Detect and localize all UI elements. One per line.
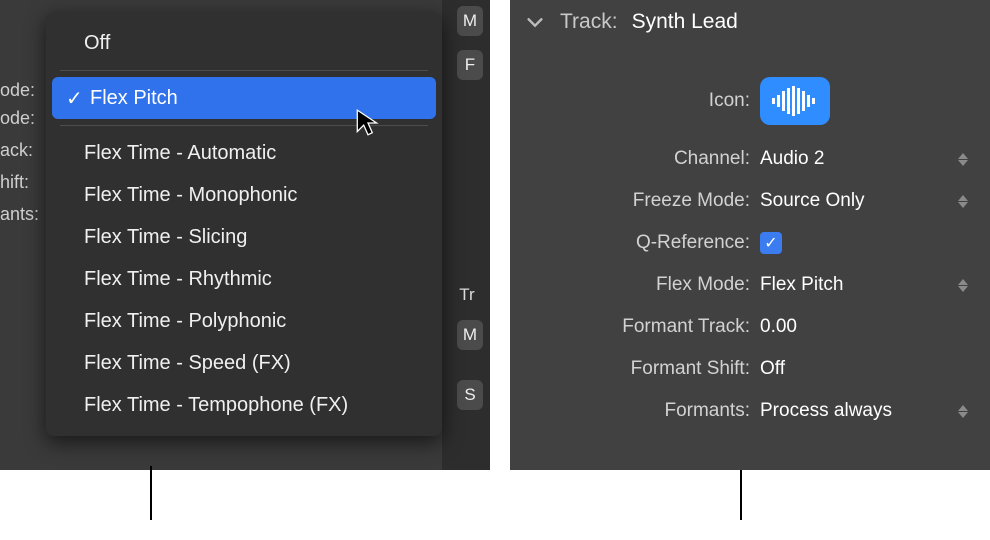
formants-stepper[interactable] xyxy=(956,405,970,418)
button-fragment-m2[interactable]: M xyxy=(457,320,483,350)
label-fragment-tr: Tr xyxy=(450,280,484,310)
waveform-icon xyxy=(770,86,820,116)
q-reference-label: Q-Reference: xyxy=(510,232,760,254)
menu-item-flex-time-monophonic[interactable]: Flex Time - Monophonic xyxy=(46,174,442,216)
button-fragment-m[interactable]: M xyxy=(457,6,483,36)
track-icon-button[interactable] xyxy=(760,77,830,125)
menu-item-off[interactable]: Off xyxy=(46,22,442,64)
q-reference-checkbox[interactable]: ✓ xyxy=(760,232,782,254)
menu-item-label: Flex Time - Automatic xyxy=(84,142,276,165)
menu-item-label: Off xyxy=(84,32,110,55)
channel-stepper[interactable] xyxy=(956,153,970,166)
menu-item-flex-time-tempophone[interactable]: Flex Time - Tempophone (FX) xyxy=(46,384,442,426)
menu-item-label: Flex Time - Slicing xyxy=(84,226,247,249)
formant-track-label: Formant Track: xyxy=(510,316,760,338)
checkmark-icon: ✓ xyxy=(66,86,90,111)
flex-mode-menu[interactable]: Off ✓ Flex Pitch Flex Time - Automatic F… xyxy=(46,12,442,436)
formant-shift-label: Formant Shift: xyxy=(510,358,760,380)
panel-divider-strip: M F Tr M S xyxy=(442,0,490,470)
menu-item-label: Flex Time - Rhythmic xyxy=(84,268,272,291)
button-fragment-f[interactable]: F xyxy=(457,50,483,80)
freeze-mode-stepper[interactable] xyxy=(956,195,970,208)
callout-line-left xyxy=(150,466,152,520)
truncated-label: ack: xyxy=(0,140,48,161)
truncated-label: ode: xyxy=(0,80,48,101)
formant-track-value[interactable]: 0.00 xyxy=(760,316,797,338)
freeze-mode-value[interactable]: Source Only xyxy=(760,190,865,212)
inspector-header[interactable]: Track: Synth Lead xyxy=(510,0,990,42)
truncated-label: ode: xyxy=(0,108,48,129)
truncated-label: hift: xyxy=(0,172,48,193)
flex-mode-stepper[interactable] xyxy=(956,279,970,292)
channel-label: Channel: xyxy=(510,148,760,170)
menu-item-label: Flex Time - Speed (FX) xyxy=(84,352,291,375)
menu-item-flex-pitch[interactable]: ✓ Flex Pitch xyxy=(52,77,436,119)
formant-shift-value[interactable]: Off xyxy=(760,358,785,380)
channel-value[interactable]: Audio 2 xyxy=(760,148,824,170)
menu-item-label: Flex Time - Tempophone (FX) xyxy=(84,394,348,417)
menu-item-flex-time-speed[interactable]: Flex Time - Speed (FX) xyxy=(46,342,442,384)
flex-mode-value[interactable]: Flex Pitch xyxy=(760,274,843,296)
menu-item-flex-time-slicing[interactable]: Flex Time - Slicing xyxy=(46,216,442,258)
menu-item-flex-time-automatic[interactable]: Flex Time - Automatic xyxy=(46,132,442,174)
menu-item-flex-time-rhythmic[interactable]: Flex Time - Rhythmic xyxy=(46,258,442,300)
callout-line-right xyxy=(740,466,742,520)
menu-separator xyxy=(60,125,428,126)
menu-item-label: Flex Time - Monophonic xyxy=(84,184,297,207)
icon-label: Icon: xyxy=(510,90,760,112)
freeze-mode-label: Freeze Mode: xyxy=(510,190,760,212)
track-inspector: Track: Synth Lead Icon: xyxy=(510,0,990,470)
menu-separator xyxy=(60,70,428,71)
truncated-label: ants: xyxy=(0,204,48,225)
menu-item-label: Flex Pitch xyxy=(90,87,178,110)
track-header-label: Track: xyxy=(560,10,618,34)
disclosure-chevron-icon[interactable] xyxy=(524,11,546,33)
formants-value[interactable]: Process always xyxy=(760,400,892,422)
track-name: Synth Lead xyxy=(632,10,738,34)
flex-mode-label: Flex Mode: xyxy=(510,274,760,296)
menu-item-flex-time-polyphonic[interactable]: Flex Time - Polyphonic xyxy=(46,300,442,342)
menu-item-label: Flex Time - Polyphonic xyxy=(84,310,286,333)
formants-label: Formants: xyxy=(510,400,760,422)
button-fragment-s[interactable]: S xyxy=(457,380,483,410)
